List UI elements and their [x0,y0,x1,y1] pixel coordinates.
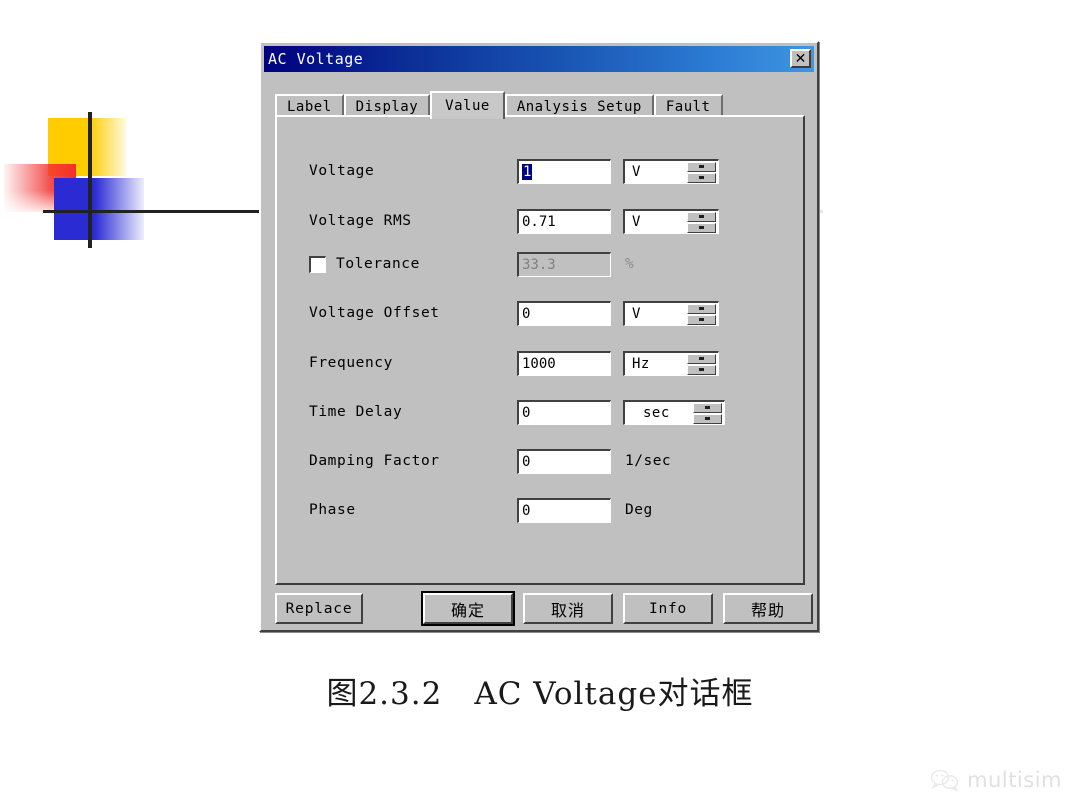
tolerance-checkbox[interactable] [309,255,326,273]
field-row-voltage: Voltage 1 V [309,157,789,185]
field-label: Phase [309,502,356,518]
unit-label: V [632,305,641,322]
button-help[interactable]: 帮助 [723,593,813,624]
spinner-up-button[interactable] [687,303,716,314]
unit-label: Hz [632,355,650,372]
field-label: Voltage [309,163,375,179]
field-label: Tolerance [336,256,420,272]
field-label: Damping Factor [309,453,440,469]
wechat-icon [930,769,959,792]
close-icon[interactable]: ✕ [790,49,811,68]
spinner-down-button[interactable] [687,172,716,183]
watermark: multisim [930,768,1062,792]
dialog-title: AC Voltage [268,50,364,68]
chevron-down-icon [699,176,704,179]
button-ok[interactable]: 确定 [421,591,515,626]
button-replace[interactable]: Replace [275,593,363,624]
watermark-text: multisim [967,768,1062,792]
field-row-damping-factor: Damping Factor 0 1/sec [309,447,789,475]
chevron-up-icon [699,215,704,218]
decorative-artwork [0,100,823,290]
figure-caption: 图2.3.2 AC Voltage对话框 [326,676,754,712]
input-frequency[interactable]: 1000 [517,350,611,376]
input-tolerance: 33.3 [517,251,611,277]
chevron-up-icon [705,406,710,409]
unit-label: V [632,213,641,230]
unit-spinner [687,211,716,233]
unit-label: 1/sec [625,453,672,469]
unit-spinner [687,303,716,325]
dialog-titlebar[interactable]: AC Voltage ✕ [264,46,814,72]
selected-text: 1 [522,163,533,180]
art-vertical-line [88,112,92,248]
unit-select-voltage-offset[interactable]: V [623,300,719,326]
field-label: Time Delay [309,404,403,420]
spinner-down-button[interactable] [687,364,716,375]
chevron-down-icon [699,368,704,371]
unit-select-voltage[interactable]: V [623,158,719,184]
art-blue-block [54,178,144,240]
spinner-up-button[interactable] [687,161,716,172]
tab-label[interactable]: Label [275,94,344,117]
chevron-up-icon [699,307,704,310]
input-voltage-rms[interactable]: 0.71 [517,208,611,234]
input-voltage-offset[interactable]: 0 [517,300,611,326]
value-tab-panel: Voltage 1 V Voltage RMS 0.71 V Tolerance 33.3% V… [275,115,805,585]
unit-spinner [693,402,722,424]
spinner-up-button[interactable] [687,211,716,222]
field-label: Frequency [309,355,393,371]
chevron-down-icon [699,226,704,229]
input-voltage[interactable]: 1 [517,158,611,184]
input-phase[interactable]: 0 [517,497,611,523]
button-cancel[interactable]: 取消 [523,593,613,624]
ac-voltage-dialog: AC Voltage ✕ Label Display Value Analysis S… [259,41,819,632]
unit-select-frequency[interactable]: Hz [623,350,719,376]
spinner-down-button[interactable] [693,413,722,424]
input-damping-factor[interactable]: 0 [517,448,611,474]
unit-label: sec [643,404,670,421]
unit-spinner [687,161,716,183]
unit-label: % [625,256,635,272]
chevron-down-icon [699,318,704,321]
field-row-tolerance: Tolerance 33.3% [309,250,789,278]
unit-spinner [687,353,716,375]
button-info[interactable]: Info [623,593,713,624]
chevron-up-icon [699,357,704,360]
spinner-up-button[interactable] [693,402,722,413]
field-label: Voltage RMS [309,213,412,229]
unit-label: Deg [625,502,653,518]
chevron-up-icon [699,165,704,168]
input-time-delay[interactable]: 0 [517,399,611,425]
field-label: Voltage Offset [309,305,440,321]
spinner-down-button[interactable] [687,222,716,233]
field-row-phase: Phase 0 Deg [309,496,789,524]
tab-analysis-setup[interactable]: Analysis Setup [504,94,654,117]
field-row-time-delay: Time Delay 0 sec [309,398,789,426]
unit-label: V [632,163,641,180]
tab-display[interactable]: Display [343,94,431,117]
unit-select-time-delay[interactable]: sec [623,399,725,425]
tab-fault[interactable]: Fault [653,94,723,117]
tab-value[interactable]: Value [430,91,505,119]
spinner-up-button[interactable] [687,353,716,364]
field-row-voltage-offset: Voltage Offset 0 V [309,299,789,327]
unit-select-voltage-rms[interactable]: V [623,208,719,234]
spinner-down-button[interactable] [687,314,716,325]
tabstrip: Label Display Value Analysis Setup Fault [275,91,723,119]
field-row-voltage-rms: Voltage RMS 0.71 V [309,207,789,235]
chevron-down-icon [705,417,710,420]
field-row-frequency: Frequency 1000 Hz [309,349,789,377]
